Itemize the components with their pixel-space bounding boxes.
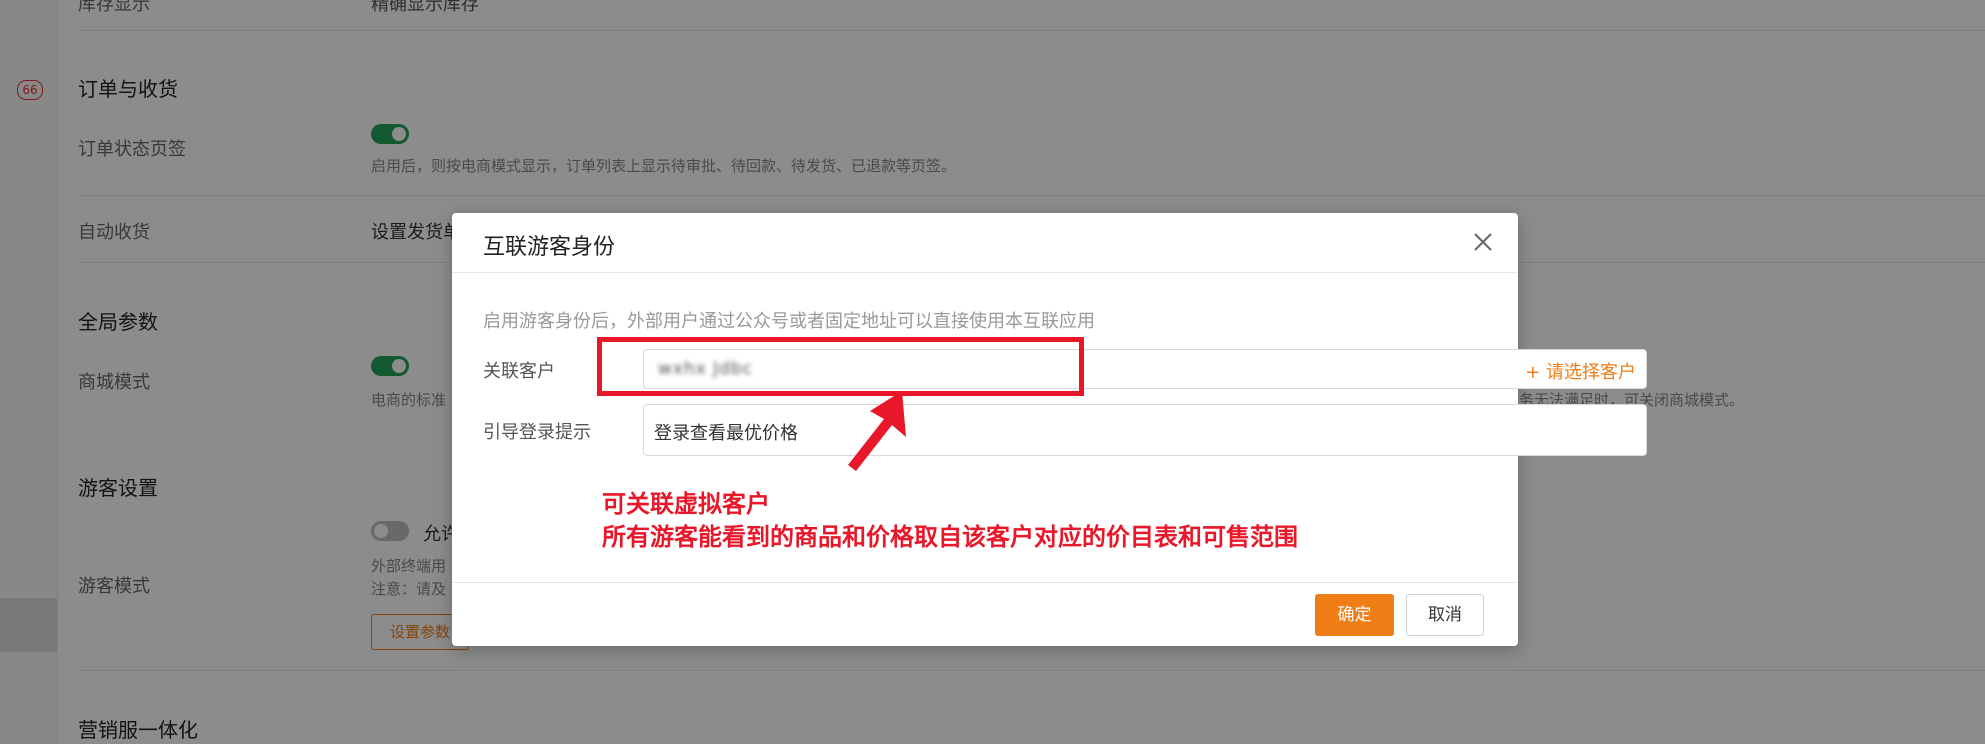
cancel-button[interactable]: 取消: [1406, 594, 1484, 636]
confirm-button[interactable]: 确定: [1315, 594, 1394, 636]
dialog-footer-divider: [452, 582, 1518, 583]
dialog-hint: 启用游客身份后，外部用户通过公众号或者固定地址可以直接使用本互联应用: [483, 311, 1095, 332]
guest-identity-dialog: 互联游客身份 启用游客身份后，外部用户通过公众号或者固定地址可以直接使用本互联应…: [452, 213, 1647, 646]
annotation-line-1: 可关联虚拟客户: [602, 490, 770, 518]
login-prompt-value: 登录查看最优价格: [654, 423, 798, 444]
login-prompt-label: 引导登录提示: [483, 422, 591, 443]
dialog-title: 互联游客身份: [483, 235, 616, 260]
dialog-header: 互联游客身份: [452, 213, 1518, 273]
select-customer-link[interactable]: + 请选择客户: [1525, 358, 1636, 384]
annotation-line-2: 所有游客能看到的商品和价格取自该客户对应的价目表和可售范围: [602, 523, 1298, 551]
annotation-arrow-icon: [848, 391, 906, 471]
customer-label: 关联客户: [483, 361, 555, 382]
close-icon[interactable]: [1470, 229, 1496, 255]
login-prompt-input[interactable]: 登录查看最优价格: [643, 404, 1647, 456]
